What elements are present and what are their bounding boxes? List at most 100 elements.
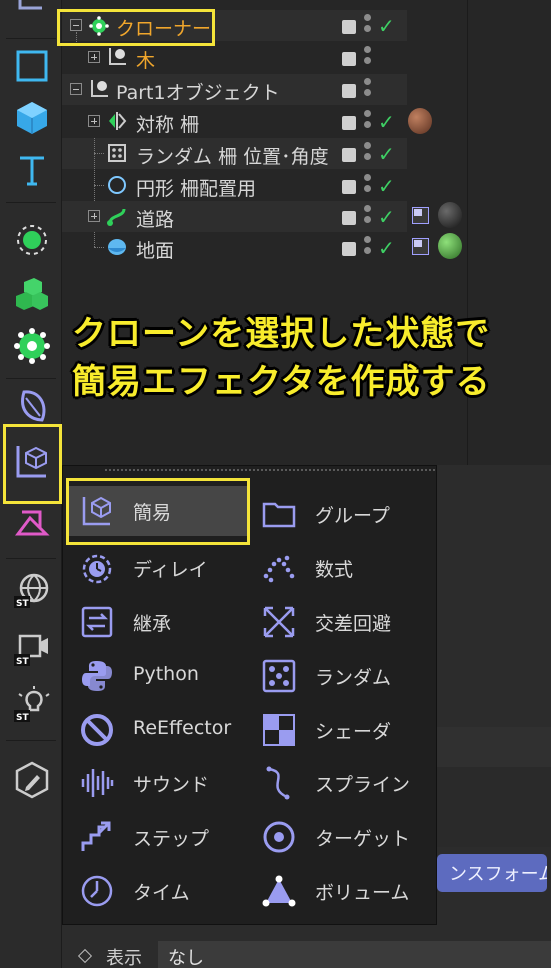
mograph-cloner-icon[interactable] (8, 322, 56, 370)
collapse-toggle[interactable] (70, 83, 82, 95)
object-name: 対称 柵 (136, 114, 200, 136)
transform-button[interactable]: ンスフォーム (437, 854, 547, 892)
expand-toggle[interactable] (88, 210, 100, 222)
visibility-dots[interactable] (362, 174, 372, 198)
layer-edit-icon[interactable] (342, 148, 356, 162)
menu-item-label: ボリューム (315, 882, 410, 904)
expand-toggle[interactable] (88, 115, 100, 127)
reeffector-icon (81, 714, 113, 746)
menu-item-volume[interactable]: ボリューム (249, 866, 429, 916)
display-dropdown[interactable]: なし (158, 941, 551, 968)
menu-item-label: ランダム (315, 667, 392, 689)
text-icon[interactable] (8, 146, 56, 194)
menu-item-step[interactable]: ステップ (67, 812, 247, 862)
svg-text:ST: ST (16, 713, 29, 723)
material-ball-icon[interactable] (438, 202, 462, 228)
group-effector-icon (262, 502, 296, 528)
layer-edit-icon[interactable] (342, 20, 356, 34)
keyframe-diamond-icon[interactable] (77, 948, 93, 964)
subdivision-icon[interactable] (8, 270, 56, 318)
layer-edit-icon[interactable] (342, 116, 356, 130)
menu-item-target[interactable]: ターゲット (249, 812, 429, 862)
menu-item-label: ステップ (133, 828, 210, 850)
sweep-icon (107, 208, 126, 226)
menu-item-label: ディレイ (133, 559, 208, 581)
random-icon (108, 144, 126, 162)
menu-item-inheritance[interactable]: 継承 (67, 597, 247, 647)
toolbar-top-partial-icon[interactable] (8, 0, 56, 34)
push-apart-effector-icon (263, 606, 295, 638)
spline-effector-icon (266, 766, 290, 800)
object-name: 木 (136, 50, 156, 72)
menu-item-label: グループ (315, 505, 390, 527)
shader-effector-icon (263, 714, 295, 746)
menu-item-label: ターゲット (315, 828, 411, 850)
material-ball-icon[interactable] (408, 108, 432, 134)
menu-item-shader[interactable]: シェーダ (249, 705, 429, 755)
menu-item-reeffector[interactable]: ReEffector (67, 705, 247, 755)
edit-tool-icon[interactable] (8, 756, 56, 804)
menu-item-python[interactable]: Python (67, 651, 247, 701)
python-effector-icon (82, 661, 112, 691)
layer-edit-icon[interactable] (342, 84, 356, 98)
visibility-dots[interactable] (362, 236, 372, 260)
layer-edit-icon[interactable] (342, 52, 356, 66)
object-name: Part1オブジェクト (116, 82, 280, 104)
menu-item-label: シェーダ (315, 721, 392, 743)
light-icon[interactable]: ST (8, 680, 56, 728)
generator-icon[interactable] (8, 216, 56, 264)
layer-edit-icon[interactable] (342, 211, 356, 225)
menu-item-spline[interactable]: スプライン (249, 758, 429, 808)
scene-environment-icon[interactable]: ST (8, 566, 56, 614)
visibility-dots[interactable] (362, 142, 372, 166)
texture-tag-icon[interactable] (412, 207, 429, 224)
deformer-icon[interactable] (8, 382, 56, 430)
visibility-dots[interactable] (362, 110, 372, 134)
null-object-icon (109, 48, 126, 65)
menu-item-random[interactable]: ランダム (249, 651, 429, 701)
camera-icon[interactable]: ST (8, 624, 56, 672)
visibility-dots[interactable] (362, 14, 372, 38)
symmetry-icon (109, 112, 127, 130)
menu-item-label: 交差回避 (315, 613, 392, 635)
cloner-row-highlight (57, 9, 215, 46)
field-icon[interactable] (8, 500, 56, 548)
cinema4d-window: ST ST ST クローナー 木 Part1オブジェクト 対称 柵 ランダム 柵… (0, 0, 551, 968)
expand-toggle[interactable] (88, 51, 100, 63)
object-name: 地面 (136, 240, 175, 262)
menu-item-label: タイム (133, 882, 190, 904)
inheritance-effector-icon (81, 606, 113, 638)
menu-item-time[interactable]: タイム (67, 866, 247, 916)
enabled-check-icon[interactable]: ✓ (378, 176, 395, 196)
effector-button-highlight (3, 424, 62, 504)
menu-item-delay[interactable]: ディレイ (67, 543, 247, 593)
menu-item-push-apart[interactable]: 交差回避 (249, 597, 429, 647)
enabled-check-icon[interactable]: ✓ (378, 207, 395, 227)
enabled-check-icon[interactable]: ✓ (378, 144, 395, 164)
enabled-check-icon[interactable]: ✓ (378, 238, 395, 258)
visibility-dots[interactable] (362, 46, 372, 70)
menu-item-label: Python (133, 663, 199, 685)
texture-tag-icon[interactable] (412, 238, 429, 255)
instruction-line-1: クローンを選択した状態で (72, 314, 491, 354)
time-effector-icon (81, 875, 113, 907)
layer-edit-icon[interactable] (342, 242, 356, 256)
menu-item-label: 継承 (133, 613, 172, 635)
visibility-dots[interactable] (362, 205, 372, 229)
instruction-line-2: 簡易エフェクタを作成する (72, 362, 491, 402)
menu-item-formula[interactable]: 数式 (249, 543, 429, 593)
layer-edit-icon[interactable] (342, 180, 356, 194)
volume-effector-icon (262, 875, 296, 907)
menu-item-label: 数式 (315, 559, 354, 581)
material-ball-icon[interactable] (438, 233, 462, 259)
cube-spline-icon[interactable] (8, 42, 56, 90)
cube-icon[interactable] (8, 94, 56, 142)
enabled-check-icon[interactable]: ✓ (378, 16, 395, 36)
enabled-check-icon[interactable]: ✓ (378, 112, 395, 132)
menu-item-group[interactable]: グループ (249, 489, 429, 539)
menu-item-label: スプライン (315, 774, 411, 796)
visibility-dots[interactable] (362, 78, 372, 102)
menu-item-label: サウンド (133, 774, 210, 796)
menu-item-label: ReEffector (133, 717, 232, 739)
menu-item-sound[interactable]: サウンド (67, 758, 247, 808)
